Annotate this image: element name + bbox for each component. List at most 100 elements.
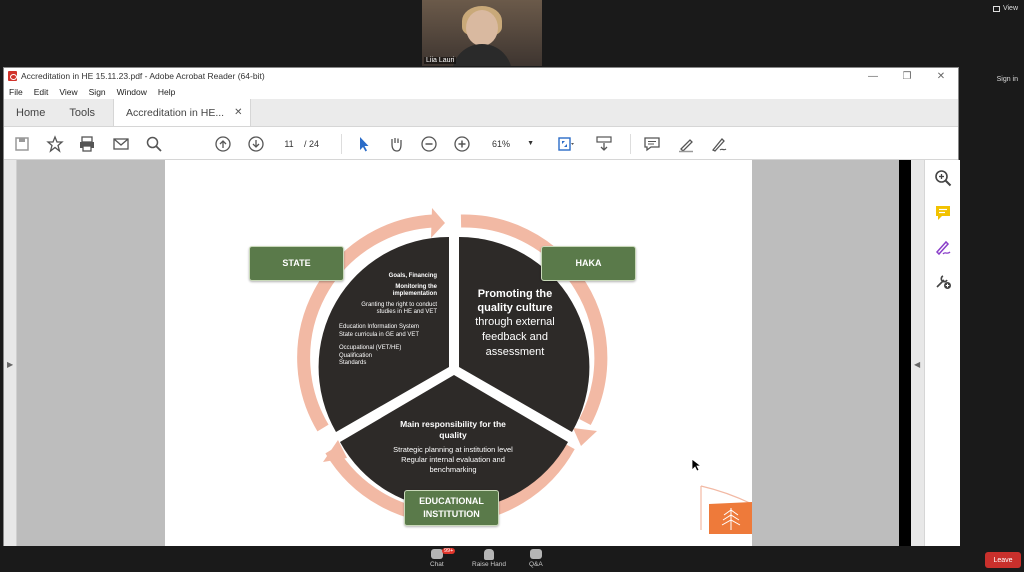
select-tool-icon[interactable]	[354, 134, 374, 154]
hand-tool-icon[interactable]	[386, 134, 406, 154]
comment-icon[interactable]	[642, 134, 662, 154]
view-button[interactable]: View	[992, 5, 1018, 12]
menu-view[interactable]: View	[59, 87, 77, 97]
sign-pen-icon[interactable]	[709, 134, 729, 154]
zoom-level-value: 61%	[492, 139, 511, 149]
search-icon[interactable]	[144, 134, 164, 154]
window-title: Accreditation in HE 15.11.23.pdf - Adobe…	[21, 71, 265, 81]
haka-sub-line1: through external	[475, 316, 555, 328]
bookmark-star-icon[interactable]	[45, 134, 65, 154]
minimize-button[interactable]: —	[856, 71, 890, 82]
participant-name: Liia Lauri	[424, 57, 457, 64]
leave-button[interactable]: Leave	[985, 552, 1021, 568]
keyboard-scroll-icon[interactable]	[594, 134, 614, 154]
tab-document-label: Accreditation in HE...	[126, 106, 225, 119]
tab-home[interactable]: Home	[4, 99, 57, 126]
tab-tools[interactable]: Tools	[57, 99, 107, 126]
edu-box-line1: EDUCATIONAL	[419, 496, 484, 506]
toolbar-separator	[630, 134, 631, 154]
chat-badge: 99+	[442, 548, 456, 554]
pdf-page: STATE HAKA EDUCATIONAL INSTITUTION Goals…	[165, 160, 752, 547]
haka-title-line2: quality culture	[477, 302, 553, 314]
edu-box-line2: INSTITUTION	[423, 509, 480, 519]
maximize-button[interactable]: ❐	[890, 71, 924, 82]
meeting-controls-bar: 99+ Chat Raise Hand Q&A	[0, 546, 1024, 572]
menu-sign[interactable]: Sign	[89, 87, 106, 97]
next-page-icon[interactable]	[246, 134, 266, 154]
state-item: studies in HE and VET	[376, 309, 437, 315]
expand-left-icon: ▶	[7, 360, 14, 369]
state-item: Goals, Financing	[388, 273, 437, 279]
chat-label: Chat	[430, 561, 444, 568]
page-number-input[interactable]: 11	[278, 136, 300, 152]
haka-sub-line2: feedback and	[481, 331, 549, 343]
zoom-level-dropdown[interactable]: 61% ▼	[482, 136, 538, 152]
state-segment-text: Goals, Financing Monitoring the implemen…	[333, 273, 437, 317]
haka-sub-line3: assessment	[485, 346, 545, 358]
arrowhead-top	[431, 208, 445, 238]
save-icon[interactable]	[12, 134, 32, 154]
haka-segment-text: Promoting the quality culture through ex…	[463, 287, 567, 360]
chat-button[interactable]: 99+ Chat	[430, 548, 456, 568]
participant-face	[466, 10, 498, 46]
qa-button[interactable]: Q&A	[529, 549, 543, 568]
state-item: State curricula in GE and VET	[339, 331, 420, 338]
raise-hand-button[interactable]: Raise Hand	[472, 549, 506, 568]
more-tools-icon[interactable]	[934, 272, 952, 290]
state-item: Qualification	[339, 352, 373, 359]
signin-link[interactable]: Sign in	[997, 76, 1018, 83]
tab-document[interactable]: Accreditation in HE... ✕	[113, 99, 252, 126]
qa-label: Q&A	[529, 561, 543, 568]
edu-title-line2: quality	[439, 430, 467, 440]
acrobat-logo-icon	[8, 71, 17, 81]
fit-page-icon[interactable]	[555, 134, 575, 154]
toolbar: 11 / 24 61% ▼	[4, 127, 958, 160]
participant-video-tile[interactable]: Liia Lauri	[422, 0, 542, 66]
menu-window[interactable]: Window	[117, 87, 147, 97]
zoom-out-icon[interactable]	[419, 134, 439, 154]
raise-hand-label: Raise Hand	[472, 561, 506, 568]
haka-box: HAKA	[541, 246, 636, 281]
view-icon	[992, 5, 1000, 12]
right-panel-toggle[interactable]: ◀	[911, 160, 924, 547]
highlight-pen-icon[interactable]	[676, 134, 696, 154]
close-tab-icon[interactable]: ✕	[234, 107, 242, 118]
close-window-button[interactable]: ✕	[924, 71, 958, 82]
state-item: Monitoring the	[395, 283, 437, 290]
chevron-down-icon: ▼	[527, 140, 534, 147]
email-icon[interactable]	[111, 134, 131, 154]
zoom-meeting-screen: Liia Lauri View Sign in Accreditation in…	[0, 0, 1024, 572]
toolbar-separator	[341, 134, 342, 154]
edu-sub-line3: benchmarking	[429, 465, 477, 474]
view-label: View	[1002, 5, 1018, 12]
cycle-diagram	[297, 208, 608, 524]
menu-file[interactable]: File	[9, 87, 23, 97]
fill-sign-icon[interactable]	[934, 238, 952, 256]
page-edge-strip	[899, 160, 911, 547]
zoom-in-icon[interactable]	[452, 134, 472, 154]
acrobat-window: Accreditation in HE 15.11.23.pdf - Adobe…	[3, 67, 960, 547]
qa-icon	[529, 549, 542, 559]
comment-pane-icon[interactable]	[934, 204, 952, 222]
zoom-search-icon[interactable]	[934, 169, 952, 187]
menu-bar: File Edit View Sign Window Help	[4, 84, 958, 99]
tab-bar: Home Tools Accreditation in HE... ✕	[4, 99, 958, 127]
title-bar: Accreditation in HE 15.11.23.pdf - Adobe…	[4, 68, 958, 84]
arrowhead-right	[573, 428, 597, 446]
previous-page-icon[interactable]	[213, 134, 233, 154]
document-viewport[interactable]: ▶ STATE HAKA EDUCATIONAL INSTITUTION Goa…	[4, 160, 924, 547]
state-box: STATE	[249, 246, 344, 281]
print-icon[interactable]	[77, 134, 97, 154]
state-item: Granting the right to conduct	[361, 301, 437, 308]
right-tools-pane	[924, 160, 960, 547]
menu-edit[interactable]: Edit	[34, 87, 49, 97]
edu-segment-text: Main responsibility for the quality Stra…	[369, 419, 537, 475]
state-segment-text-lower: Education Information System State curri…	[339, 324, 439, 368]
collapse-right-icon: ◀	[914, 360, 921, 369]
menu-help[interactable]: Help	[158, 87, 175, 97]
haka-title-line1: Promoting the	[477, 288, 553, 300]
participant-body	[452, 44, 512, 66]
state-item: Education Information System	[339, 324, 420, 330]
edu-title-line1: Main responsibility for the	[400, 419, 506, 429]
left-panel-toggle[interactable]: ▶	[4, 160, 17, 547]
